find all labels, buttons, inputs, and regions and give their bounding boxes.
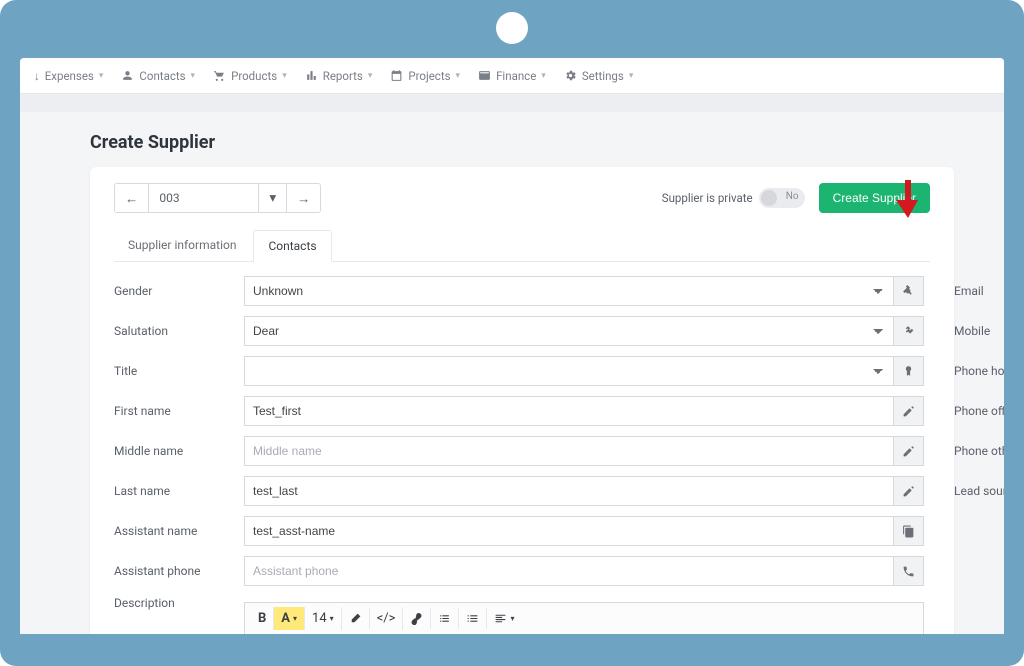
calendar-icon xyxy=(390,69,403,82)
private-label: Supplier is private xyxy=(662,191,753,205)
badge-icon[interactable] xyxy=(894,356,924,386)
middle-name-label: Middle name xyxy=(114,444,244,458)
edit-icon[interactable] xyxy=(894,436,924,466)
list-ul-button[interactable] xyxy=(431,608,459,629)
nav-label: Reports xyxy=(323,69,363,83)
code-button[interactable]: </> xyxy=(370,607,404,630)
sort-icon: ↓ xyxy=(34,69,40,83)
copy-icon[interactable] xyxy=(894,516,924,546)
assistant-phone-input[interactable] xyxy=(244,556,894,586)
chart-icon xyxy=(305,69,318,82)
middle-name-input[interactable] xyxy=(244,436,894,466)
frame-notch xyxy=(496,12,528,44)
lead-source-label: Lead source xyxy=(954,484,1004,498)
nav-label: Settings xyxy=(582,69,624,83)
user-icon xyxy=(121,69,134,82)
prev-record-button[interactable]: ← xyxy=(115,184,149,212)
gear-icon xyxy=(564,69,577,82)
last-name-label: Last name xyxy=(114,484,244,498)
first-name-label: First name xyxy=(114,404,244,418)
device-frame: ↓ Expenses ▾ Contacts ▾ Products ▾ Repor… xyxy=(0,0,1024,666)
next-record-button[interactable]: → xyxy=(287,184,320,212)
header-right: Supplier is private No Create Supplier xyxy=(662,183,930,213)
bold-button[interactable]: B xyxy=(251,607,274,630)
nav-reports[interactable]: Reports ▾ xyxy=(305,69,373,83)
link-button[interactable] xyxy=(403,608,431,629)
cart-icon xyxy=(213,69,226,82)
nav-products[interactable]: Products ▾ xyxy=(213,69,287,83)
top-nav: ↓ Expenses ▾ Contacts ▾ Products ▾ Repor… xyxy=(20,58,1004,94)
nav-label: Projects xyxy=(408,69,450,83)
record-dropdown-button[interactable]: ▾ xyxy=(259,184,287,212)
right-column: Email Mobile xyxy=(954,276,1004,634)
description-editor: B A▾ 14▾ </> ▾ xyxy=(244,602,924,634)
nav-expenses[interactable]: ↓ Expenses ▾ xyxy=(34,69,103,83)
nav-projects[interactable]: Projects ▾ xyxy=(390,69,460,83)
font-size-button[interactable]: 14▾ xyxy=(305,607,342,630)
eraser-button[interactable] xyxy=(342,608,370,629)
nav-finance[interactable]: Finance ▾ xyxy=(478,69,546,83)
gender-icon[interactable] xyxy=(894,276,924,306)
card-header: ← 003 ▾ → Supplier is private No xyxy=(114,183,930,213)
edit-icon[interactable] xyxy=(894,476,924,506)
chevron-down-icon: ▾ xyxy=(629,71,634,81)
assistant-phone-label: Assistant phone xyxy=(114,564,244,578)
last-name-input[interactable] xyxy=(244,476,894,506)
card-icon xyxy=(478,69,491,82)
create-supplier-button[interactable]: Create Supplier xyxy=(819,183,930,213)
assistant-name-input[interactable] xyxy=(244,516,894,546)
gender-select[interactable]: Unknown xyxy=(244,276,894,306)
gender-label: Gender xyxy=(114,284,244,298)
mobile-label: Mobile xyxy=(954,324,1004,338)
tab-bar: Supplier information Contacts xyxy=(114,229,930,262)
list-ol-button[interactable] xyxy=(459,608,487,629)
chevron-down-icon: ▾ xyxy=(456,71,461,81)
title-label: Title xyxy=(114,364,244,378)
chevron-down-icon: ▾ xyxy=(541,71,546,81)
breadcrumb-placeholder xyxy=(20,94,1004,112)
text-color-button[interactable]: A▾ xyxy=(274,607,305,630)
phone-home-label: Phone home xyxy=(954,364,1004,378)
title-select[interactable] xyxy=(244,356,894,386)
nav-label: Contacts xyxy=(139,69,185,83)
left-column: Gender Unknown Salutation Dear xyxy=(114,276,924,634)
first-name-input[interactable] xyxy=(244,396,894,426)
description-label: Description xyxy=(114,596,244,610)
chevron-down-icon: ▾ xyxy=(368,71,373,81)
record-nav: ← 003 ▾ → xyxy=(114,183,321,213)
private-toggle-wrap: Supplier is private No xyxy=(662,188,805,208)
salutation-label: Salutation xyxy=(114,324,244,338)
form-columns: Gender Unknown Salutation Dear xyxy=(114,276,930,634)
nav-label: Expenses xyxy=(45,69,94,83)
editor-toolbar: B A▾ 14▾ </> ▾ xyxy=(244,602,924,634)
chevron-down-icon: ▾ xyxy=(99,71,104,81)
app-screen: ↓ Expenses ▾ Contacts ▾ Products ▾ Repor… xyxy=(20,58,1004,634)
toggle-value: No xyxy=(786,191,799,202)
phone-other-label: Phone other xyxy=(954,444,1004,458)
nav-settings[interactable]: Settings ▾ xyxy=(564,69,634,83)
toggle-knob xyxy=(761,190,777,206)
nav-contacts[interactable]: Contacts ▾ xyxy=(121,69,195,83)
edit-icon[interactable] xyxy=(894,396,924,426)
handshake-icon[interactable] xyxy=(894,316,924,346)
form-card: ← 003 ▾ → Supplier is private No xyxy=(90,167,954,634)
assistant-name-label: Assistant name xyxy=(114,524,244,538)
salutation-select[interactable]: Dear xyxy=(244,316,894,346)
chevron-down-icon: ▾ xyxy=(191,71,196,81)
email-label: Email xyxy=(954,284,1004,298)
align-button[interactable]: ▾ xyxy=(487,608,521,629)
private-toggle[interactable]: No xyxy=(759,188,805,208)
page-content: Create Supplier ← 003 ▾ → Supplier is pr… xyxy=(20,112,1004,634)
page-title: Create Supplier xyxy=(90,132,954,153)
nav-label: Finance xyxy=(496,69,536,83)
tab-contacts[interactable]: Contacts xyxy=(253,230,331,262)
phone-icon[interactable] xyxy=(894,556,924,586)
nav-label: Products xyxy=(231,69,277,83)
chevron-down-icon: ▾ xyxy=(282,71,287,81)
tab-supplier-information[interactable]: Supplier information xyxy=(114,230,250,260)
record-number[interactable]: 003 xyxy=(149,184,259,212)
phone-office-label: Phone office xyxy=(954,404,1004,418)
